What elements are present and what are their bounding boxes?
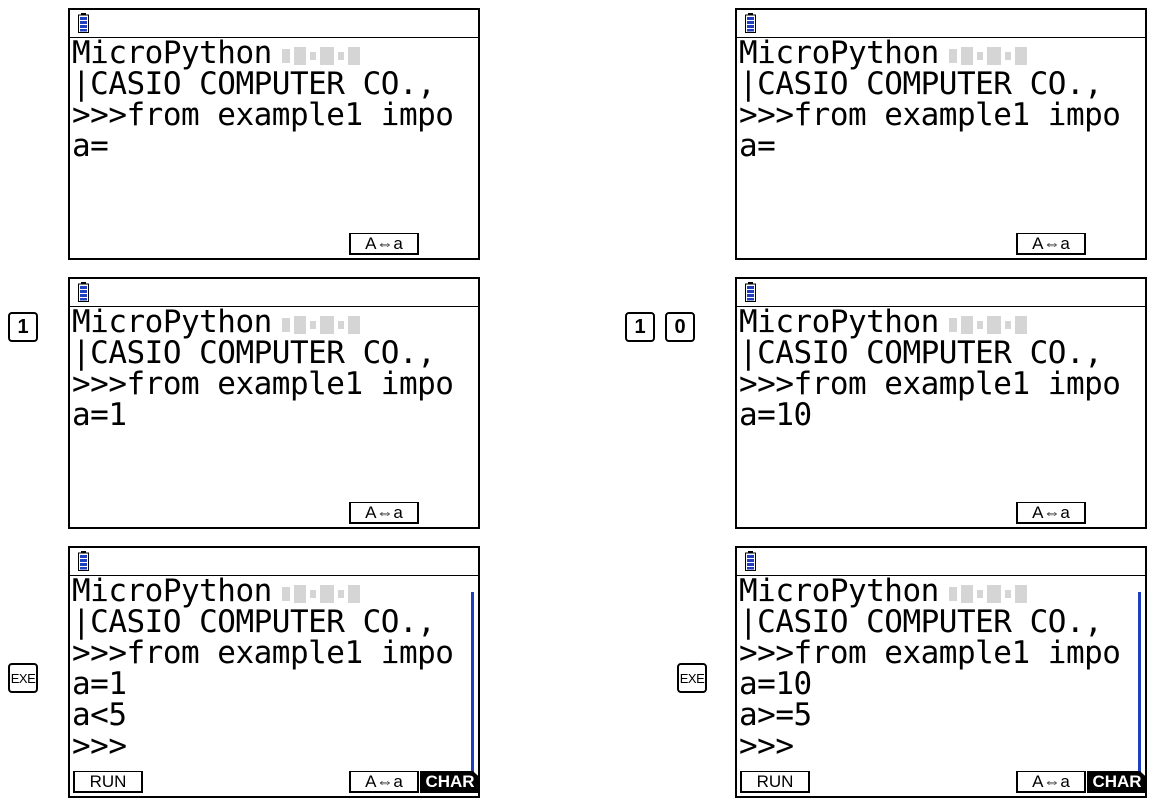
- shell-line: a>=5: [739, 697, 812, 733]
- key-1[interactable]: 1: [625, 312, 655, 342]
- softkey-case-toggle[interactable]: A⇔a: [1016, 233, 1086, 255]
- scrollbar[interactable]: [471, 592, 474, 782]
- shell-output: MicroPython |CASIO COMPUTER CO., >>>from…: [739, 307, 1135, 431]
- shell-line: >>>from example1 impo: [739, 366, 1121, 402]
- shell-line-input[interactable]: a=10: [739, 400, 1135, 431]
- shell-output: MicroPython |CASIO COMPUTER CO., >>>from…: [739, 576, 1135, 762]
- key-exe[interactable]: EXE: [8, 663, 38, 693]
- softkey-run[interactable]: RUN: [73, 771, 143, 793]
- shell-line: |CASIO COMPUTER CO.,: [72, 66, 436, 102]
- shell-line: >>>from example1 impo: [72, 366, 454, 402]
- softkey-char[interactable]: CHAR: [420, 771, 478, 793]
- battery-icon: [745, 13, 756, 33]
- key-exe[interactable]: EXE: [677, 663, 707, 693]
- shell-line-banner: MicroPython: [72, 307, 468, 338]
- shell-line: a=10: [739, 666, 812, 702]
- shell-line: |CASIO COMPUTER CO.,: [739, 335, 1103, 371]
- scrollbar[interactable]: [1138, 592, 1141, 782]
- version-blurred: [281, 39, 364, 70]
- battery-icon: [745, 282, 756, 302]
- shell-line-banner: MicroPython: [739, 307, 1135, 338]
- softkey-case-toggle[interactable]: A⇔a: [349, 233, 419, 255]
- calculator-screen-3: MicroPython |CASIO COMPUTER CO., >>>from…: [68, 277, 480, 529]
- battery-icon: [78, 282, 89, 302]
- key-sequence-1: 1: [8, 312, 38, 342]
- calculator-screen-4: MicroPython |CASIO COMPUTER CO., >>>from…: [735, 277, 1147, 529]
- softkey-case-toggle[interactable]: A⇔a: [1016, 502, 1086, 524]
- status-bar: [737, 548, 1145, 576]
- battery-icon: [745, 551, 756, 571]
- shell-line: a<5: [72, 697, 127, 733]
- battery-icon: [78, 13, 89, 33]
- softkey-case-toggle[interactable]: A⇔a: [349, 771, 419, 793]
- version-blurred: [948, 39, 1031, 70]
- shell-line-prompt[interactable]: >>>: [72, 731, 468, 762]
- status-bar: [70, 548, 478, 576]
- softkey-case-toggle[interactable]: A⇔a: [1016, 771, 1086, 793]
- status-bar: [737, 10, 1145, 38]
- shell-line-prompt[interactable]: >>>: [739, 731, 1135, 762]
- version-blurred: [281, 308, 364, 339]
- key-sequence-3: EXE: [8, 663, 38, 693]
- status-bar: [70, 279, 478, 307]
- key-1[interactable]: 1: [8, 312, 38, 342]
- shell-line-banner: MicroPython: [739, 576, 1135, 607]
- calculator-screen-1: MicroPython |CASIO COMPUTER CO., >>>from…: [68, 8, 480, 260]
- version-blurred: [281, 577, 364, 608]
- softkey-run[interactable]: RUN: [740, 771, 810, 793]
- calculator-screen-6: MicroPython |CASIO COMPUTER CO., >>>from…: [735, 546, 1147, 798]
- shell-line: |CASIO COMPUTER CO.,: [72, 604, 436, 640]
- shell-line: >>>from example1 impo: [739, 97, 1121, 133]
- shell-output: MicroPython |CASIO COMPUTER CO., >>>from…: [72, 307, 468, 431]
- shell-line-input[interactable]: a=: [72, 131, 468, 162]
- shell-line-input[interactable]: a=: [739, 131, 1135, 162]
- shell-output: MicroPython |CASIO COMPUTER CO., >>>from…: [739, 38, 1135, 162]
- shell-line: |CASIO COMPUTER CO.,: [739, 66, 1103, 102]
- shell-line-input[interactable]: a=1: [72, 400, 468, 431]
- battery-icon: [78, 551, 89, 571]
- shell-line: a=1: [72, 666, 127, 702]
- shell-line: |CASIO COMPUTER CO.,: [739, 604, 1103, 640]
- version-blurred: [948, 308, 1031, 339]
- shell-output: MicroPython |CASIO COMPUTER CO., >>>from…: [72, 576, 468, 762]
- key-sequence-2: 1 0: [625, 312, 695, 342]
- shell-line: |CASIO COMPUTER CO.,: [72, 335, 436, 371]
- key-sequence-4: EXE: [677, 663, 707, 693]
- softkey-case-toggle[interactable]: A⇔a: [349, 502, 419, 524]
- softkey-char[interactable]: CHAR: [1087, 771, 1145, 793]
- status-bar: [737, 279, 1145, 307]
- shell-line: >>>from example1 impo: [739, 635, 1121, 671]
- key-0[interactable]: 0: [665, 312, 695, 342]
- status-bar: [70, 10, 478, 38]
- shell-output: MicroPython |CASIO COMPUTER CO., >>>from…: [72, 38, 468, 162]
- shell-line-banner: MicroPython: [72, 576, 468, 607]
- version-blurred: [948, 577, 1031, 608]
- shell-line-banner: MicroPython: [72, 38, 468, 69]
- shell-line: >>>from example1 impo: [72, 635, 454, 671]
- shell-line-banner: MicroPython: [739, 38, 1135, 69]
- calculator-screen-5: MicroPython |CASIO COMPUTER CO., >>>from…: [68, 546, 480, 798]
- calculator-screen-2: MicroPython |CASIO COMPUTER CO., >>>from…: [735, 8, 1147, 260]
- shell-line: >>>from example1 impo: [72, 97, 454, 133]
